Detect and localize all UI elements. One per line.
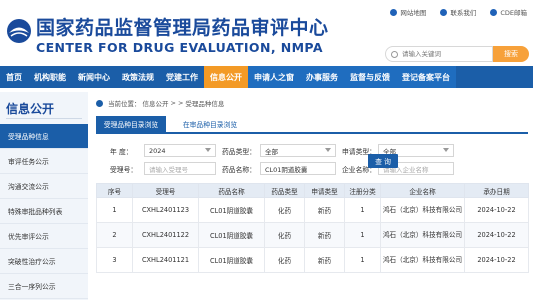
nav-applicant[interactable]: 申请人之窗 [248,66,300,88]
col-reg-class: 注册分类 [344,183,381,198]
search-button[interactable]: 搜索 [493,46,529,62]
site-header: 国家药品监督管理局药品审评中心 CENTER FOR DRUG EVALUATI… [0,0,533,66]
accept-no-input[interactable]: 请输入受理号 [144,162,216,175]
sidebar-item-three-in-one[interactable]: 三合一序列公示 [0,274,88,299]
sidebar-title: 信息公开 [6,102,55,116]
tab-bar: 受理品种目录浏览 在审品种目录浏览 [96,116,528,134]
sidebar-item-communication[interactable]: 沟通交流公示 [0,174,88,199]
tab-accepted-catalog[interactable]: 受理品种目录浏览 [96,116,166,132]
col-drug-type: 药品类型 [264,183,305,198]
sidebar-item-priority[interactable]: 优先审评公示 [0,224,88,249]
query-button[interactable]: 查 询 [368,154,398,168]
table-row[interactable]: 1 CXHL2401123 CL01阴道胶囊 化药 新药 1 鸿石（北京）科技有… [96,197,529,223]
nav-info-public[interactable]: 信息公开 [204,66,248,88]
top-links: 网站地图 联系我们 CDE邮箱 [390,7,527,17]
drug-name-label: 药品名称： [222,166,256,174]
nav-feedback[interactable]: 监督与反馈 [344,66,396,88]
drug-type-label: 药品类型： [222,148,256,156]
sidebar-divider [6,118,82,119]
table-header-row: 序号 受理号 药品名称 药品类型 申请类型 注册分类 企业名称 承办日期 [96,183,529,198]
nav-home[interactable]: 首页 [0,66,28,88]
site-search [385,46,493,62]
chevron-down-icon [443,148,449,152]
location-icon [96,99,103,107]
sidebar-item-accepted[interactable]: 受理品种信息 [0,124,88,149]
tab-under-review-catalog[interactable]: 在审品种目录浏览 [170,116,250,132]
chevron-down-icon [205,148,211,152]
sidebar-item-review-tasks[interactable]: 审评任务公示 [0,149,88,174]
nav-party[interactable]: 党建工作 [160,66,204,88]
site-title: 国家药品监督管理局药品审评中心 [36,17,329,39]
breadcrumb: 当前位置： 信息公开 > > 受理品种信息 [96,98,224,108]
sidebar: 信息公开 受理品种信息 审评任务公示 沟通交流公示 特殊审批品种列表 优先审评公… [0,92,88,300]
col-apply-type: 申请类型 [304,183,345,198]
cde-logo-icon [7,19,31,43]
col-accept-no: 受理号 [132,183,199,198]
site-subtitle: CENTER FOR DRUG EVALUATION, NMPA [36,40,323,55]
col-company: 企业名称 [380,183,465,198]
search-icon [391,50,398,58]
year-select[interactable]: 2024 [144,144,216,157]
table-row[interactable]: 3 CXHL2401121 CL01阴道胶囊 化药 新药 1 鸿石（北京）科技有… [96,247,529,273]
chevron-down-icon [325,148,331,152]
accept-no-label: 受理号： [110,166,138,174]
sidebar-item-breakthrough[interactable]: 突破性治疗公示 [0,249,88,274]
breadcrumb-current: 受理品种信息 [185,100,225,108]
contact-icon [440,8,448,16]
results-table: 序号 受理号 药品名称 药品类型 申请类型 注册分类 企业名称 承办日期 1 C… [96,183,529,273]
table-row[interactable]: 2 CXHL2401122 CL01阴道胶囊 化药 新药 1 鸿石（北京）科技有… [96,222,529,248]
filter-form: 年 度： 2024 药品类型： 全部 申请类型： 全部 受理号： 请输入受理号 … [96,140,528,180]
col-drug-name: 药品名称 [198,183,265,198]
mail-link[interactable]: CDE邮箱 [490,7,527,17]
nav-organization[interactable]: 机构职能 [28,66,72,88]
contact-link[interactable]: 联系我们 [440,7,476,17]
nav-services[interactable]: 办事服务 [300,66,344,88]
col-index: 序号 [96,183,133,198]
main-nav: 首页 机构职能 新闻中心 政策法规 党建工作 信息公开 申请人之窗 办事服务 监… [0,66,533,88]
drug-type-select[interactable]: 全部 [260,144,336,157]
search-input[interactable] [402,50,482,58]
nav-registration[interactable]: 登记备案平台 [396,66,456,88]
col-date: 承办日期 [464,183,529,198]
breadcrumb-info-public[interactable]: 信息公开 [143,98,169,108]
year-label: 年 度： [110,148,133,156]
sitemap-icon [390,8,398,16]
drug-name-input[interactable]: CL01阴道胶囊 [260,162,336,175]
nav-news[interactable]: 新闻中心 [72,66,116,88]
nav-policy[interactable]: 政策法规 [116,66,160,88]
mail-icon [490,8,498,16]
sitemap-link[interactable]: 网站地图 [390,7,426,17]
sidebar-item-special-approval[interactable]: 特殊审批品种列表 [0,199,88,224]
